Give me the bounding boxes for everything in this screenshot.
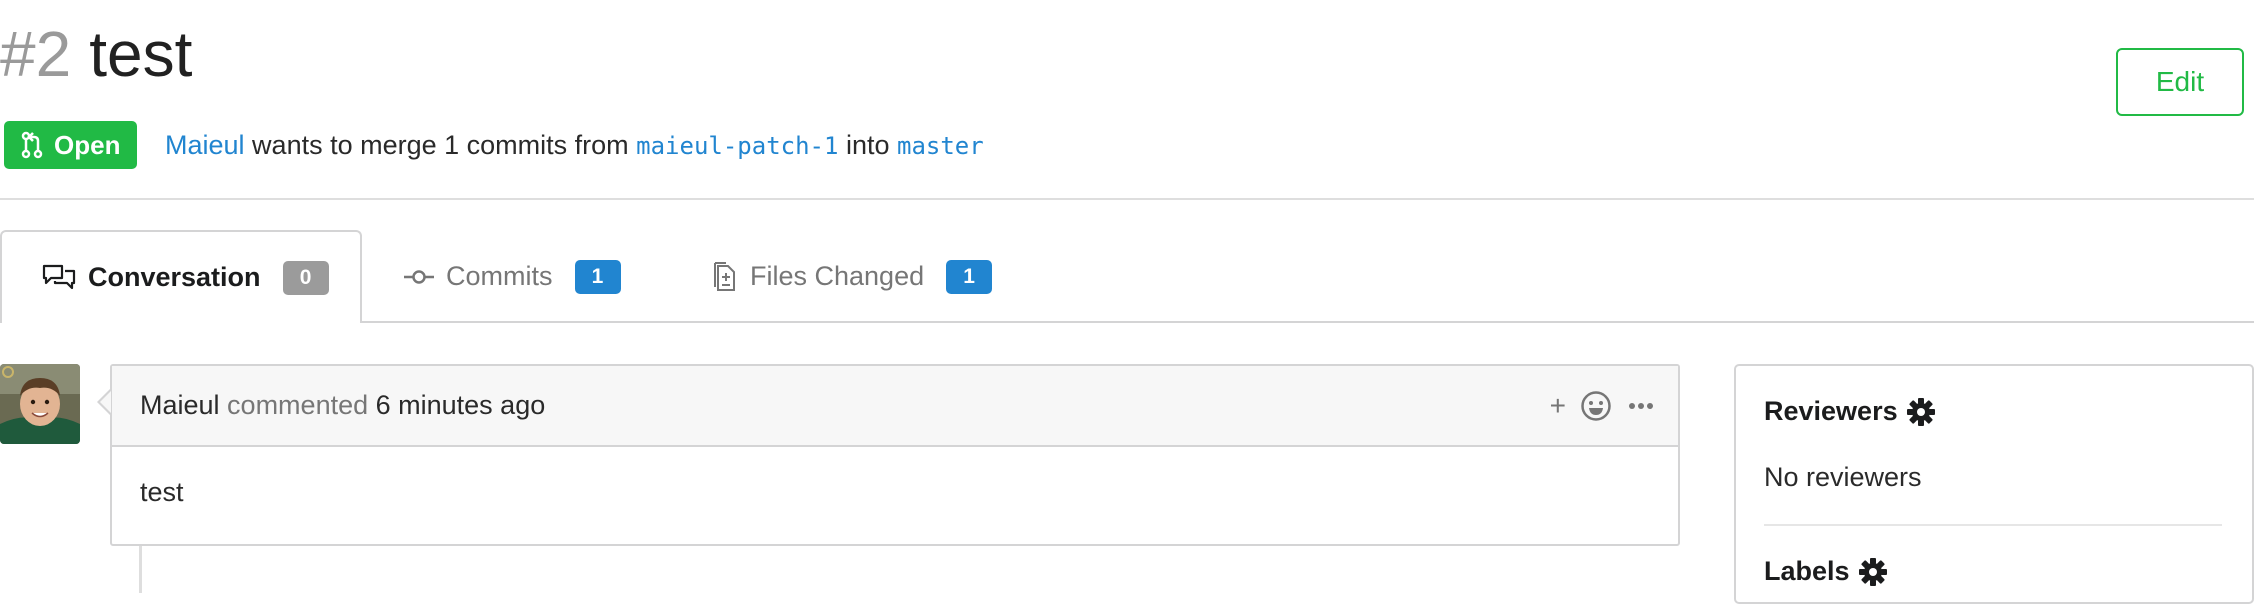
tab-conversation[interactable]: Conversation 0 [0,230,362,323]
labels-section-title: Labels [1764,556,1888,587]
pr-sidebar: Reviewers No reviewers Labels [1734,364,2254,604]
gear-icon[interactable] [1906,397,1936,427]
pr-number: #2 [0,18,72,90]
count-badge: 1 [574,259,621,294]
author-link[interactable]: Maieul [165,130,245,161]
sidebar-divider [1764,524,2222,526]
status-badge: Open [4,121,137,169]
pr-tabs: Conversation 0 Commits 1 Files Changed 1 [0,230,2254,323]
smiley-icon[interactable] [1580,390,1612,422]
tab-files-changed[interactable]: Files Changed 1 [714,230,993,323]
reviewers-value: No reviewers [1764,462,1922,492]
more-options-icon[interactable] [1628,401,1654,411]
timeline-line [139,546,142,593]
pr-title: #2 test [0,22,192,86]
comment-header: Maieul commented 6 minutes ago + [112,366,1678,447]
comment-author[interactable]: Maieul [140,390,220,421]
add-reaction-plus[interactable]: + [1550,390,1566,422]
tab-label: Conversation [88,262,261,292]
avatar[interactable] [0,364,80,444]
commit-icon [404,269,434,284]
comment-card: Maieul commented 6 minutes ago + test [110,364,1680,546]
comment-verb: commented [219,390,376,420]
labels-title: Labels [1764,556,1850,586]
pr-title-text: test [89,18,193,90]
comment-body: test [140,477,184,507]
comment-pointer-fill [100,391,111,413]
header-divider [0,198,2254,200]
tab-label: Files Changed [750,261,925,291]
avatar-image [0,364,80,444]
source-branch-link[interactable]: maieul-patch-1 [636,132,838,160]
merge-text: wants to merge 1 commits from [244,129,637,160]
tab-label: Commits [446,261,553,291]
comments-icon [42,264,76,289]
merge-description: Maieul wants to merge 1 commits from mai… [165,130,984,161]
edit-button[interactable]: Edit [2116,48,2244,116]
count-badge: 1 [946,259,993,294]
tab-commits[interactable]: Commits 1 [404,230,621,323]
pr-meta-row: Open Maieul wants to merge 1 commits fro… [4,121,984,169]
comment-timestamp: 6 minutes ago [375,390,546,420]
reviewers-title: Reviewers [1764,396,1898,426]
git-pull-request-icon [21,131,43,159]
comment-actions: + [1550,366,1654,445]
gear-icon[interactable] [1858,557,1888,587]
count-badge: 0 [282,260,329,295]
reviewers-section-title: Reviewers [1764,396,1936,427]
file-diff-icon [714,261,735,291]
merge-text-into: into [838,129,897,160]
target-branch-link[interactable]: master [897,132,984,160]
status-label: Open [54,129,121,160]
